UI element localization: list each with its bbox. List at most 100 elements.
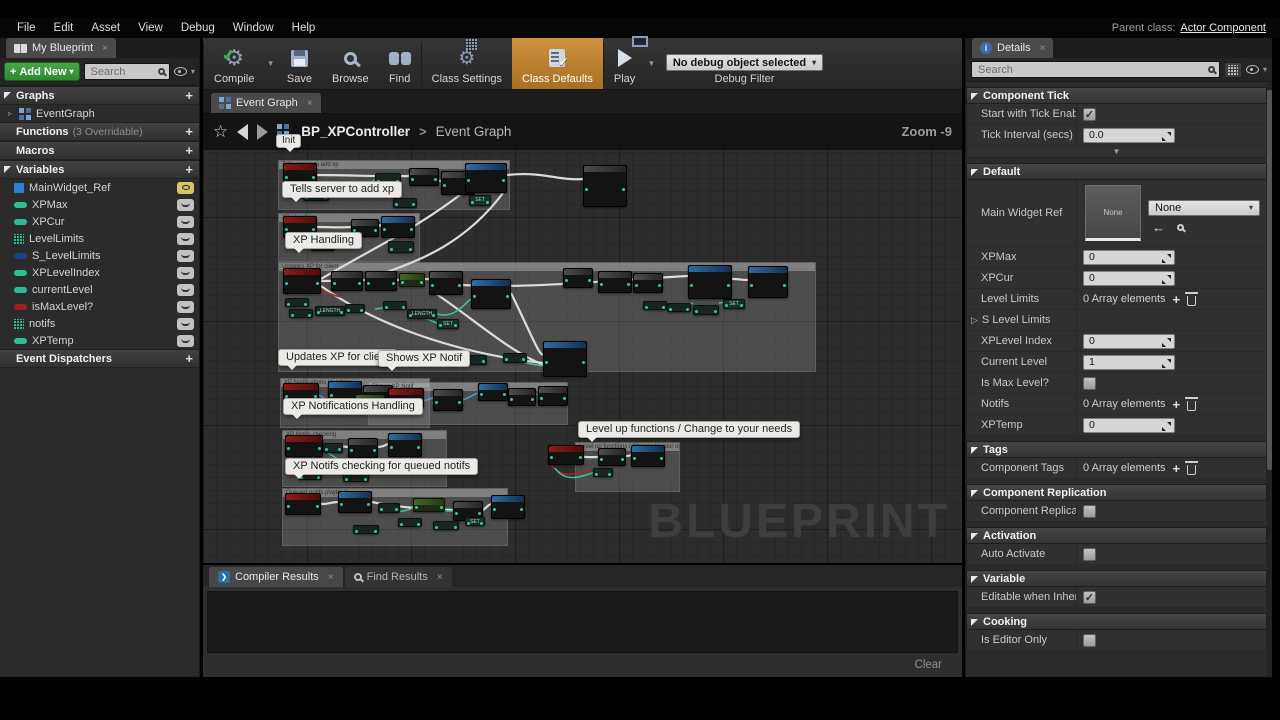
tree-item-notifs[interactable]: notifs — [0, 315, 199, 332]
toolbar-save-button[interactable]: Save — [277, 38, 322, 89]
graph-canvas[interactable]: BLUEPRINT ☆ BP_XPController > Event Grap… — [203, 113, 962, 563]
blueprint-search-input[interactable] — [89, 65, 158, 79]
graph-node-func[interactable] — [388, 433, 422, 457]
menu-view[interactable]: View — [129, 22, 172, 34]
graph-node-pure[interactable]: LENGTH — [315, 306, 345, 316]
forward-arrow-icon[interactable] — [257, 124, 268, 140]
tree-item-ismaxlevel?[interactable]: isMaxLevel? — [0, 298, 199, 315]
browse-to-asset-icon[interactable] — [1177, 224, 1184, 231]
close-icon[interactable]: × — [307, 98, 313, 109]
menu-help[interactable]: Help — [283, 22, 325, 34]
section-header[interactable]: Component Replication — [966, 484, 1267, 501]
toolbar-class-defaults-button[interactable]: Class Defaults — [512, 38, 603, 89]
checkbox[interactable] — [1083, 548, 1096, 561]
graph-node-setv[interactable]: SET — [465, 517, 485, 526]
graph-node-pure[interactable] — [289, 309, 313, 318]
delete-elements-icon[interactable] — [1187, 296, 1196, 306]
graph-node-dark[interactable] — [409, 168, 439, 186]
graph-node-event[interactable] — [548, 445, 584, 465]
section-header-variables[interactable]: Variables+ — [0, 160, 199, 179]
tab-my-blueprint[interactable]: My Blueprint × — [6, 38, 116, 58]
toolbar-find-button[interactable]: Find — [379, 38, 421, 89]
graph-node-pure[interactable] — [433, 521, 459, 530]
tree-item-xpmax[interactable]: XPMax — [0, 196, 199, 213]
section-header[interactable]: Tags — [966, 441, 1267, 458]
graph-node-setv[interactable]: SET — [469, 195, 491, 206]
collapsed-arrow-icon[interactable]: ▹ — [8, 109, 14, 118]
graph-node-dark[interactable] — [598, 448, 626, 466]
favorite-star-icon[interactable]: ☆ — [213, 122, 228, 142]
details-search-input[interactable] — [976, 63, 1208, 77]
graph-node-dark[interactable] — [433, 389, 463, 411]
graph-node-dark[interactable] — [563, 268, 593, 288]
graph-node-dark[interactable] — [348, 438, 378, 458]
graph-node-func[interactable] — [748, 266, 788, 298]
graph-node-pure[interactable] — [593, 468, 613, 477]
delete-elements-icon[interactable] — [1187, 465, 1196, 475]
add-element-icon[interactable] — [1173, 461, 1181, 476]
graph-node-pure[interactable] — [378, 503, 400, 513]
number-input[interactable]: 0 — [1083, 334, 1175, 349]
tab-compiler-results[interactable]: Compiler Results× — [209, 567, 343, 587]
toolbar-browse-button[interactable]: Browse — [322, 38, 379, 89]
blueprint-search-box[interactable] — [84, 63, 170, 80]
eye-closed-icon[interactable] — [177, 335, 194, 347]
graph-node-event[interactable] — [285, 493, 321, 515]
tree-item-xpcur[interactable]: XPCur — [0, 213, 199, 230]
graph-node-dark[interactable] — [429, 271, 463, 295]
visibility-eye-icon[interactable] — [174, 67, 187, 76]
eye-closed-icon[interactable] — [177, 284, 194, 296]
tree-item-currentlevel[interactable]: currentLevel — [0, 281, 199, 298]
graph-node-setv[interactable]: SET — [723, 299, 745, 309]
graph-node-pure[interactable] — [323, 443, 343, 453]
menu-asset[interactable]: Asset — [82, 22, 129, 34]
section-header[interactable]: Activation — [966, 527, 1267, 544]
tree-item-s_levellimits[interactable]: S_LevelLimits — [0, 247, 199, 264]
graph-node-pure[interactable] — [693, 305, 719, 315]
graph-node-func[interactable] — [381, 216, 415, 238]
menu-debug[interactable]: Debug — [172, 22, 224, 34]
graph-node-pure[interactable] — [643, 301, 667, 310]
number-input[interactable]: 0 — [1083, 418, 1175, 433]
add-new-button[interactable]: + Add New ▾ — [4, 62, 80, 81]
section-expander[interactable]: ▼ — [966, 146, 1267, 158]
graph-node-pure[interactable] — [383, 301, 407, 310]
clear-button[interactable]: Clear — [915, 659, 942, 671]
back-arrow-icon[interactable] — [237, 124, 248, 140]
graph-node-pure[interactable] — [667, 303, 691, 312]
graph-node-event[interactable] — [283, 268, 321, 294]
graph-node-dark[interactable] — [583, 165, 627, 207]
graph-node-setv[interactable]: SET — [437, 319, 459, 329]
eye-closed-icon[interactable] — [177, 267, 194, 279]
details-search-box[interactable] — [971, 61, 1220, 78]
graph-node-dark[interactable] — [538, 386, 568, 406]
property-matrix-icon[interactable] — [1224, 62, 1242, 78]
tree-item-mainwidget_ref[interactable]: MainWidget_Ref — [0, 179, 199, 196]
section-header[interactable]: Component Tick — [966, 87, 1267, 104]
graph-node-func[interactable] — [338, 491, 372, 513]
graph-node-func[interactable] — [478, 383, 508, 401]
menu-edit[interactable]: Edit — [45, 22, 83, 34]
asset-thumbnail[interactable]: None — [1085, 185, 1141, 241]
add-icon[interactable]: + — [185, 351, 193, 366]
checkbox[interactable] — [1083, 108, 1096, 121]
section-header[interactable]: Variable — [966, 570, 1267, 587]
tab-find-results[interactable]: Find Results× — [345, 567, 452, 587]
section-header-graphs[interactable]: Graphs+ — [0, 86, 199, 105]
eye-closed-icon[interactable] — [177, 250, 194, 262]
graph-node-pure[interactable] — [345, 304, 365, 313]
use-selected-arrow-icon[interactable]: ← — [1152, 220, 1165, 235]
tree-item-xptemp[interactable]: XPTemp — [0, 332, 199, 349]
graph-node-func[interactable] — [688, 265, 732, 299]
graph-node-dark[interactable] — [598, 271, 632, 293]
delete-elements-icon[interactable] — [1187, 401, 1196, 411]
close-icon[interactable]: × — [102, 43, 108, 54]
graph-node-pure[interactable] — [353, 525, 379, 534]
checkbox[interactable] — [1083, 591, 1096, 604]
eye-closed-icon[interactable] — [177, 301, 194, 313]
eye-closed-icon[interactable] — [177, 318, 194, 330]
visibility-eye-icon[interactable] — [1246, 65, 1259, 74]
add-icon[interactable]: + — [185, 124, 193, 139]
eye-closed-icon[interactable] — [177, 233, 194, 245]
graph-node-pure[interactable] — [393, 198, 417, 208]
